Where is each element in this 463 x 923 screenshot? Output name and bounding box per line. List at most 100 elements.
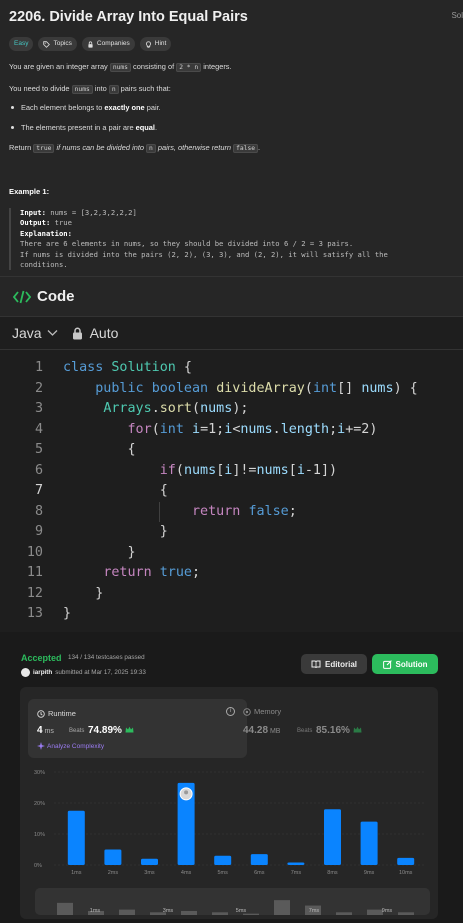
submitted-time: submitted at Mar 17, 2025 19:33 <box>55 669 146 676</box>
memory-beats-label: Beats <box>297 728 313 734</box>
runtime-card[interactable]: Runtime i 4 ms Beats 74.89% Analyze Comp… <box>28 699 247 758</box>
testcases-summary: 134 / 134 testcases passed <box>68 654 145 661</box>
x-tick-label: 3ms <box>144 870 155 876</box>
avatar-head <box>184 790 189 795</box>
y-tick-label: 20% <box>34 801 45 807</box>
stats-panel: Runtime i 4 ms Beats 74.89% Analyze Comp… <box>20 687 438 919</box>
line-number: 11 <box>26 565 43 580</box>
username[interactable]: iarpith <box>33 669 52 676</box>
x-tick-label: 7ms <box>291 870 302 876</box>
minimap-label: 5ms <box>236 908 247 914</box>
code-line[interactable]: 12 } <box>0 584 463 605</box>
example-block: Input: nums = [3,2,3,2,2,2] Output: true… <box>9 208 454 271</box>
x-tick-label: 8ms <box>327 870 338 876</box>
code-line[interactable]: 1 class Solution { <box>0 358 463 379</box>
submission-result: Accepted 134 / 134 testcases passed iarp… <box>0 632 463 923</box>
chart-bar <box>360 821 378 865</box>
chart-bar <box>67 810 85 865</box>
code-line[interactable]: 4 for(int i=1;i<nums.length;i+=2) <box>0 420 463 441</box>
lock-icon <box>88 40 93 48</box>
y-tick-label: 0% <box>34 863 42 869</box>
line-number: 12 <box>26 585 43 601</box>
runtime-distribution-chart[interactable]: 0% 10% 20% 30% 1ms 2ms 3ms 4ms 5ms 6ms 7ms 8ms 9ms 10… <box>20 762 438 884</box>
chart-minimap[interactable]: 1ms 3ms 5ms 7ms 9ms <box>35 888 430 915</box>
chart-bar <box>324 809 341 865</box>
analyze-complexity-link[interactable]: Analyze Complexity <box>37 742 104 750</box>
tab-solutions[interactable]: Sol <box>451 11 463 20</box>
runtime-beats-label: Beats <box>69 728 85 734</box>
chart-bar <box>141 858 158 865</box>
auto-mode[interactable]: Auto <box>72 325 118 341</box>
editorial-button[interactable]: Editorial <box>301 654 367 674</box>
chart-bar <box>397 857 415 865</box>
lightbulb-icon <box>145 40 151 48</box>
code-line[interactable]: 7 { <box>0 481 463 502</box>
avatar[interactable] <box>21 668 30 677</box>
code-line[interactable]: 5 { <box>0 440 463 461</box>
memory-title[interactable]: Memory <box>243 707 281 716</box>
line-number: 7 <box>34 483 43 498</box>
topics-tag[interactable]: Topics <box>38 37 77 51</box>
memory-beats-value: 85.16% <box>316 725 362 736</box>
minimap-bar <box>398 912 414 915</box>
edit-icon <box>382 659 392 669</box>
chart-bar <box>287 862 305 865</box>
tag-icon <box>43 40 51 48</box>
code-text: return true; <box>103 565 201 580</box>
memory-value: 44.28 MB <box>243 725 281 736</box>
code-panel-header: Code <box>0 276 463 316</box>
hint-tag[interactable]: Hint <box>139 37 172 51</box>
sparkle-icon <box>37 742 45 750</box>
line-number: 9 <box>34 524 43 539</box>
solution-button[interactable]: Solution <box>372 654 438 674</box>
language-select[interactable]: Java <box>12 325 58 341</box>
x-tick-label: 5ms <box>218 870 229 876</box>
runtime-title: Runtime <box>37 709 76 718</box>
code-text: } <box>63 606 72 621</box>
x-tick-label: 6ms <box>254 870 265 876</box>
problem-description: 2206. Divide Array Into Equal Pairs Sol … <box>0 0 463 276</box>
condition-list: Each element belongs to exactly one pair… <box>9 102 454 133</box>
runtime-beats-value: 74.89% <box>88 725 134 736</box>
code-line[interactable]: 8 return false; <box>0 502 463 523</box>
code-text: } <box>63 585 104 601</box>
code-text: Arrays.sort(nums); <box>103 401 249 416</box>
code-line[interactable]: 10 } <box>0 543 463 564</box>
editor-toolbar: Java Auto <box>0 316 463 350</box>
code-line[interactable]: 9 } <box>0 522 463 543</box>
x-tick-label: 10ms <box>399 870 413 876</box>
runtime-value: 4 ms <box>37 725 54 736</box>
code-icon <box>13 290 31 303</box>
statement-paragraph: Return true if nums can be divided into … <box>9 143 261 153</box>
line-number: 4 <box>34 421 43 437</box>
code-line[interactable]: 6 if(nums[i]!=nums[i-1]) <box>0 461 463 482</box>
code-editor[interactable]: 1 class Solution { 2 public boolean divide… <box>0 350 463 632</box>
code-text: class Solution { <box>63 360 192 375</box>
info-icon[interactable]: i <box>226 707 235 716</box>
statement-paragraph: You need to divide nums into n pairs suc… <box>9 84 171 94</box>
minimap-label: 9ms <box>382 908 393 914</box>
minimap-bar <box>181 910 197 915</box>
code-line[interactable]: 13} <box>0 604 463 625</box>
code-line[interactable]: 3 Arrays.sort(nums); <box>0 399 463 420</box>
x-tick-label: 2ms <box>108 870 119 876</box>
chevron-down-icon <box>47 330 58 336</box>
code-line[interactable]: 2 public boolean divideArray(int[] nums)… <box>0 379 463 400</box>
code-text: { <box>63 442 136 457</box>
code-text: public boolean divideArray(int[] nums) { <box>95 380 418 396</box>
code-text: return false; <box>192 503 297 519</box>
list-item: The elements present in a pair are equal… <box>9 122 454 133</box>
book-icon <box>311 660 321 668</box>
line-number: 1 <box>34 360 43 375</box>
chart-bar <box>250 854 268 865</box>
companies-tag[interactable]: Companies <box>81 37 135 51</box>
status-badge: Accepted <box>21 653 62 663</box>
code-text: } <box>63 544 136 560</box>
code-line[interactable]: 11 return true; <box>0 563 463 584</box>
crown-icon <box>353 726 362 733</box>
code-panel-title: Code <box>37 288 75 305</box>
submitter-info: iarpith submitted at Mar 17, 2025 19:33 <box>21 668 146 677</box>
minimap-bar <box>336 912 352 915</box>
statement-paragraph: You are given an integer array nums cons… <box>9 62 232 72</box>
minimap-bar <box>212 912 228 915</box>
